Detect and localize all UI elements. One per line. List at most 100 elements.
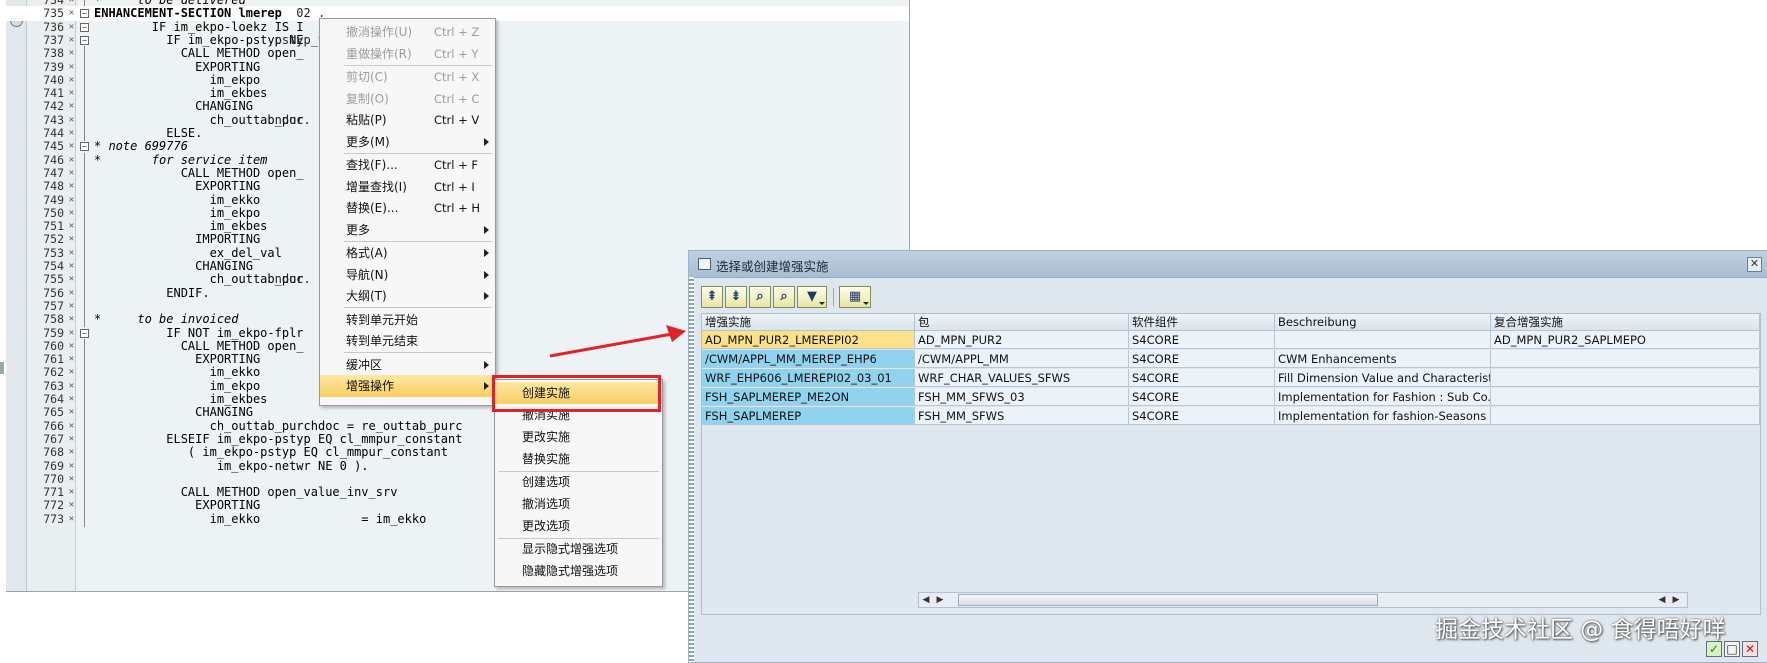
find-next-icon[interactable]: ⌕	[773, 286, 795, 308]
context-menu-item[interactable]: 缓冲区	[320, 354, 495, 376]
menu-item-shortcut: Ctrl + C	[434, 91, 480, 106]
grid-cell[interactable]: S4CORE	[1129, 388, 1275, 406]
change-marker-icon: ✕	[68, 207, 75, 218]
fold-guide-line	[84, 511, 85, 527]
grid-cell[interactable]: FSH_MM_SFWS	[915, 407, 1129, 425]
change-marker-icon: ✕	[68, 460, 75, 471]
grid-cell[interactable]: Implementation for Fashion : Sub Co...	[1275, 388, 1491, 406]
grid-row-key-cell[interactable]: /CWM/APPL_MM_MEREP_EHP6	[702, 350, 915, 368]
fold-toggle-icon[interactable]: −	[80, 9, 89, 19]
filter-icon[interactable]: ▼	[797, 286, 827, 308]
menu-item-label: 粘贴(P)	[346, 113, 387, 127]
dialog-title-bar[interactable]: 选择或创建增强实施 ✕	[689, 251, 1767, 278]
change-marker-icon: ✕	[68, 380, 75, 391]
submenu-item[interactable]: 撤消选项	[495, 493, 662, 515]
context-menu-item[interactable]: 更多(M)	[320, 131, 495, 153]
context-menu-item[interactable]: 查找(F)... Ctrl + F	[320, 154, 495, 176]
change-marker-icon: ✕	[68, 354, 75, 365]
grid-cell[interactable]	[1491, 369, 1760, 387]
grid-horizontal-scrollbar[interactable]: ◀ ▶ ◀ ▶	[918, 592, 1688, 608]
grid-cell[interactable]: FSH_MM_SFWS_03	[915, 388, 1129, 406]
scroll-left-icon[interactable]: ◀	[1656, 594, 1668, 606]
grid-cell[interactable]: AD_MPN_PUR2	[915, 331, 1129, 349]
context-menu-item[interactable]: 转到单元结束	[320, 330, 495, 352]
context-menu-item[interactable]: 剪切(C) Ctrl + X	[320, 66, 495, 88]
grid-column-header[interactable]: 增强实施	[702, 314, 915, 331]
grid-cell[interactable]: AD_MPN_PUR2_SAPLMEPO	[1491, 331, 1760, 349]
change-marker-icon: ✕	[68, 261, 75, 271]
context-menu-item[interactable]: 替换(E)... Ctrl + H	[320, 197, 495, 219]
scroll-right-icon[interactable]: ▶	[1670, 594, 1682, 606]
context-menu-item[interactable]: 增强操作	[320, 375, 495, 397]
close-icon[interactable]: ✕	[1747, 257, 1762, 272]
grid-cell[interactable]: S4CORE	[1129, 350, 1275, 368]
scroll-right-icon[interactable]: ▶	[934, 594, 946, 606]
context-menu-item[interactable]: 更多	[320, 219, 495, 241]
grid-cell[interactable]: S4CORE	[1129, 369, 1275, 387]
submenu-item[interactable]: 显示隐式增强选项	[495, 538, 662, 560]
change-marker-icon: ✕	[68, 221, 75, 232]
submenu-item-label: 隐藏隐式增强选项	[522, 564, 619, 578]
grid-column-header[interactable]: 包	[915, 314, 1129, 331]
scrollbar-thumb[interactable]	[958, 594, 1378, 606]
grid-row-key-cell[interactable]: AD_MPN_PUR2_LMEREPI02	[702, 331, 915, 349]
context-menu-item[interactable]: 重做操作(R) Ctrl + Y	[320, 43, 495, 65]
submenu-item[interactable]: 更改实施	[495, 426, 662, 448]
fold-toggle-icon[interactable]: −	[80, 328, 89, 338]
context-menu-item[interactable]: 格式(A)	[320, 242, 495, 264]
sort-descending-icon[interactable]: ⇟	[725, 286, 747, 308]
change-marker-icon: ✕	[68, 367, 75, 378]
cancel-icon[interactable]: ✕	[1742, 641, 1758, 657]
fold-toggle-icon[interactable]: −	[80, 22, 89, 32]
submenu-item[interactable]: 更改选项	[495, 515, 662, 537]
grid-cell[interactable]: S4CORE	[1129, 331, 1275, 349]
grid-column-header[interactable]: Beschreibung	[1275, 314, 1491, 331]
menu-item-label: 转到单元开始	[346, 312, 419, 327]
grid-row-key-cell[interactable]: FSH_SAPLMEREP	[702, 407, 915, 425]
scroll-left-icon[interactable]: ◀	[920, 594, 932, 606]
grid-row-key-cell[interactable]: WRF_EHP606_LMEREPI02_03_01	[702, 369, 915, 387]
menu-item-label: 替换(E)...	[346, 201, 399, 215]
context-menu-item[interactable]: 增量查找(I) Ctrl + I	[320, 176, 495, 198]
grid-cell[interactable]: /CWM/APPL_MM	[915, 350, 1129, 368]
line-number: 773	[43, 511, 64, 526]
grid-cell[interactable]: Fill Dimension Value and Characteristic.…	[1275, 369, 1491, 387]
context-menu-item[interactable]: 撤消操作(U) Ctrl + Z	[320, 21, 495, 43]
menu-item-label: 更多	[346, 222, 371, 237]
grid-cell[interactable]	[1491, 350, 1760, 368]
grid-cell[interactable]: S4CORE	[1129, 407, 1275, 425]
change-marker-icon: ✕	[68, 447, 75, 458]
submenu-item-label: 更改选项	[522, 519, 571, 533]
grid-cell[interactable]: CWM Enhancements	[1275, 350, 1491, 368]
context-menu-item[interactable]: 粘贴(P) Ctrl + V	[320, 109, 495, 131]
menu-item-label: 导航(N)	[346, 267, 389, 282]
change-marker-icon: ✕	[68, 487, 75, 498]
find-icon[interactable]: ⌕	[749, 286, 771, 308]
submenu-item[interactable]: 创建选项	[495, 471, 662, 493]
highlight-box-create-implementation	[492, 375, 661, 412]
grid-column-header[interactable]: 复合增强实施	[1491, 314, 1760, 331]
grid-column-header[interactable]: 软件组件	[1129, 314, 1275, 331]
change-marker-icon: ✕	[68, 420, 75, 431]
context-menu-item[interactable]: 大纲(T)	[320, 285, 495, 307]
grid-cell[interactable]: WRF_CHAR_VALUES_SFWS	[915, 369, 1129, 387]
context-menu-item[interactable]: 复制(O) Ctrl + C	[320, 88, 495, 110]
context-menu-item[interactable]: 转到单元开始	[320, 309, 495, 331]
sort-ascending-icon[interactable]: ⇞	[701, 286, 723, 308]
grid-cell[interactable]	[1275, 331, 1491, 349]
fold-toggle-icon[interactable]: −	[80, 142, 89, 152]
menu-item-label: 撤消操作(U)	[346, 25, 413, 39]
layout-icon[interactable]: ▦	[839, 286, 871, 308]
grid-cell[interactable]: Implementation for fashion-Seasons	[1275, 407, 1491, 425]
context-menu-item[interactable]: 导航(N)	[320, 264, 495, 286]
submenu-item-label: 撤消选项	[522, 497, 571, 511]
submenu-item[interactable]: 替换实施	[495, 448, 662, 470]
grid-cell[interactable]	[1491, 407, 1760, 425]
grid-cell[interactable]	[1491, 388, 1760, 406]
submenu-item[interactable]: 隐藏隐式增强选项	[495, 560, 662, 582]
fold-toggle-icon[interactable]: −	[80, 35, 89, 45]
dialog-drag-edge[interactable]	[689, 277, 694, 662]
new-icon[interactable]: □	[1724, 641, 1740, 657]
code-text[interactable]: im_ekko = im_ekko	[94, 512, 427, 527]
grid-row-key-cell[interactable]: FSH_SAPLMEREP_ME2ON	[702, 388, 915, 406]
